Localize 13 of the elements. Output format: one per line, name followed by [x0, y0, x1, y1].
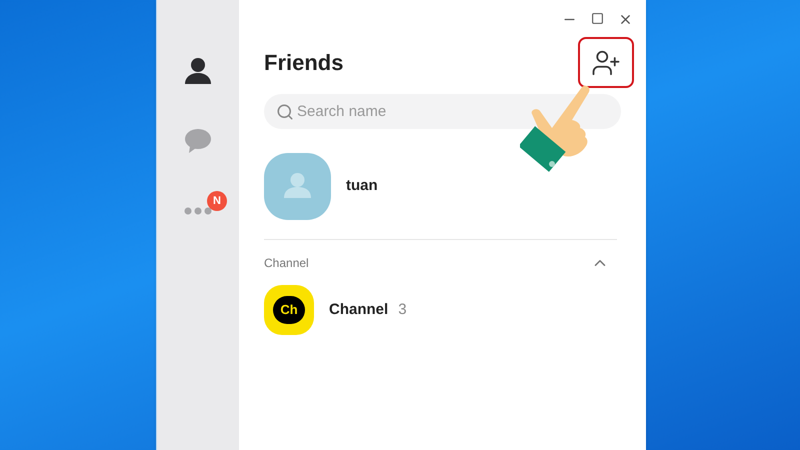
- channel-name[interactable]: Channel: [329, 298, 388, 322]
- page-title: Friends: [264, 49, 344, 77]
- add-friend-button[interactable]: [578, 37, 634, 88]
- channel-count: 3: [398, 300, 407, 320]
- avatar-placeholder: [264, 153, 331, 220]
- logo-text: Ch: [273, 296, 305, 324]
- search-icon: [276, 103, 294, 121]
- section-title: Channel: [264, 255, 309, 272]
- notification-badge: N: [207, 191, 227, 211]
- search-field[interactable]: Search name: [264, 94, 621, 129]
- maximize-icon[interactable]: [591, 12, 604, 25]
- close-icon[interactable]: [618, 12, 633, 27]
- friend-name[interactable]: tuan: [346, 175, 378, 198]
